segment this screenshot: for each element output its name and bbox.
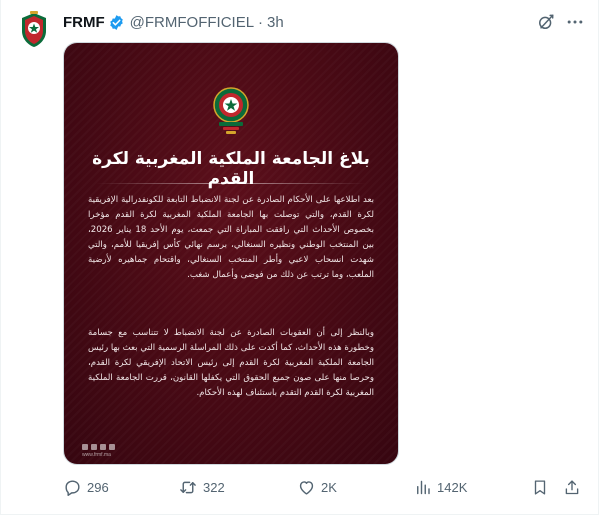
repost-icon (180, 481, 196, 493)
social-icons (82, 444, 115, 450)
repost-count: 322 (203, 479, 225, 495)
post-header: FRMF @FRMFOFFICIEL · 3h (63, 12, 284, 32)
reply-count: 296 (87, 479, 109, 495)
reply-icon (65, 479, 80, 496)
like-count: 2K (321, 479, 337, 495)
avatar[interactable] (14, 10, 54, 50)
statement-image-background: بلاغ الجامعة الملكية المغربية لكرة القدم… (64, 43, 398, 464)
post-actions: 296 322 2K 142K (63, 476, 583, 498)
statement-footer: www.frmf.ma (82, 444, 115, 458)
like-button[interactable]: 2K (297, 476, 337, 498)
footer-website: www.frmf.ma (82, 452, 111, 458)
author-display-name[interactable]: FRMF (63, 14, 105, 31)
statement-paragraph-2: وبالنظر إلى أن العقوبات الصادرة عن لجنة … (88, 328, 374, 398)
statement-paragraph-1: بعد اطلاعها على الأحكام الصادرة عن لجنة … (88, 195, 375, 280)
title-divider (96, 183, 366, 184)
grok-icon[interactable] (535, 11, 557, 33)
social-icon (91, 444, 97, 450)
bookmark-button[interactable] (531, 476, 549, 498)
post-media-image[interactable]: بلاغ الجامعة الملكية المغربية لكرة القدم… (63, 42, 399, 465)
frmf-crest-icon (22, 11, 46, 47)
author-handle[interactable]: @FRMFOFFICIEL (130, 14, 254, 31)
verified-badge-icon[interactable] (108, 14, 125, 31)
share-button[interactable] (563, 476, 581, 498)
share-icon (565, 479, 579, 494)
views-count: 142K (437, 479, 468, 495)
views-button[interactable]: 142K (414, 476, 467, 498)
heart-icon (299, 480, 314, 495)
views-icon (417, 480, 430, 494)
repost-button[interactable]: 322 (178, 476, 225, 498)
frmf-crest-logo-icon (213, 87, 249, 134)
social-icon (109, 444, 115, 450)
timeline-left-border (0, 0, 1, 515)
bookmark-icon (534, 479, 546, 495)
social-icon (100, 444, 106, 450)
separator-dot: · (258, 13, 264, 31)
more-options-icon[interactable] (564, 11, 586, 33)
social-icon (82, 444, 88, 450)
reply-button[interactable]: 296 (63, 476, 109, 498)
post-time[interactable]: 3h (267, 14, 284, 31)
